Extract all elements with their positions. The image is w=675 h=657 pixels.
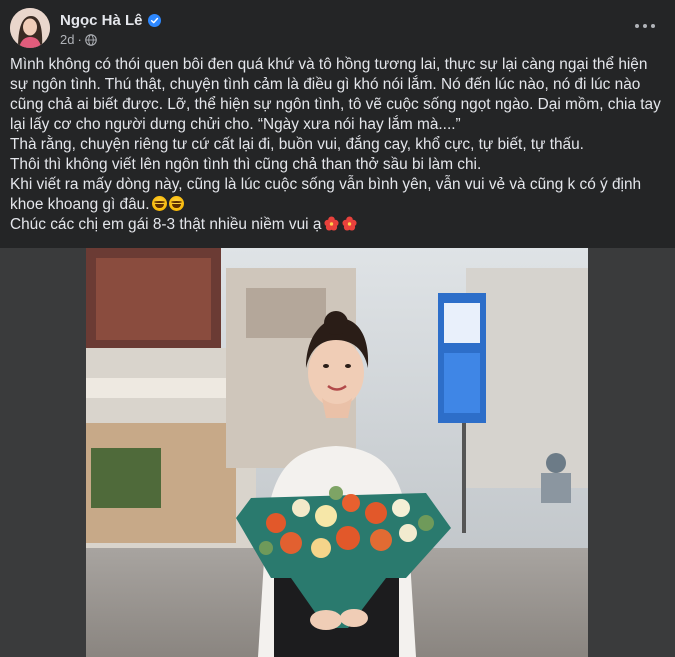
post-meta: 2d · — [60, 32, 97, 47]
author-name-row: Ngọc Hà Lê — [60, 12, 161, 29]
post-paragraph-5: Chúc các chị em gái 8-3 thật nhiều niềm … — [10, 216, 322, 233]
author-avatar[interactable] — [10, 8, 50, 48]
post-photo[interactable] — [86, 248, 588, 657]
post-paragraph-3: Thôi thì không viết lên ngôn tình thì cũ… — [10, 156, 482, 173]
post-text: Mình không có thói quen bôi đen quá khứ … — [10, 55, 665, 235]
verified-badge-icon — [147, 14, 161, 27]
meta-separator: · — [77, 32, 82, 47]
photo-illustration — [86, 248, 588, 657]
post-paragraph-4: Khi viết ra mấy dòng này, cũng là lúc cu… — [10, 176, 646, 213]
author-name[interactable]: Ngọc Hà Lê — [60, 12, 143, 29]
more-options-icon[interactable] — [631, 12, 659, 40]
globe-icon[interactable] — [85, 33, 97, 46]
hibiscus-emoji — [324, 216, 339, 231]
post-paragraph-1: Mình không có thói quen bôi đen quá khứ … — [10, 56, 666, 133]
laughing-tears-emoji — [168, 196, 184, 211]
post-paragraph-4-row: Khi viết ra mấy dòng này, cũng là lúc cu… — [10, 175, 665, 215]
post-timestamp[interactable]: 2d — [60, 32, 74, 47]
post-paragraph-5-row: Chúc các chị em gái 8-3 thật nhiều niềm … — [10, 215, 665, 235]
hibiscus-emoji — [342, 216, 357, 231]
post-header: Ngọc Hà Lê 2d · — [10, 6, 665, 50]
laughing-tears-emoji — [151, 196, 167, 211]
post-photo-container — [0, 248, 675, 657]
post-paragraph-2: Thà rằng, chuyện riêng tư cứ cất lại đi,… — [10, 136, 584, 153]
facebook-post: Ngọc Hà Lê 2d · Mình không có thói quen … — [0, 0, 675, 657]
